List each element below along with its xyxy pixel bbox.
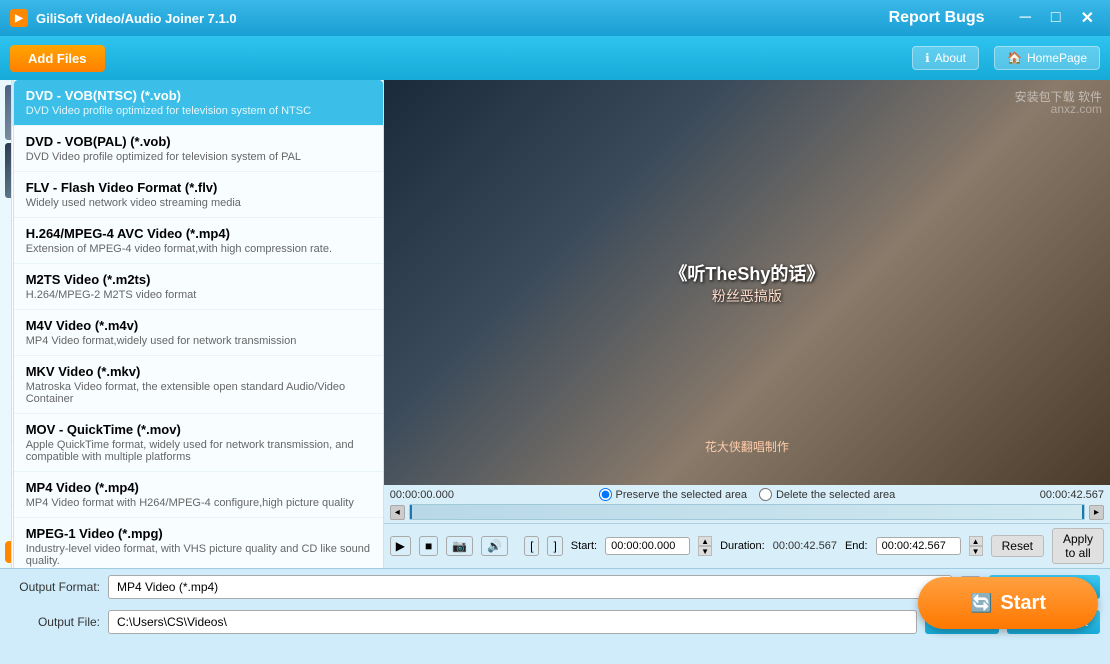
format-list: DVD - VOB(NTSC) (*.vob) DVD Video profil… <box>14 80 384 568</box>
start-time-spinner[interactable]: ▲ ▼ <box>698 536 712 556</box>
video-title: 《听TheShy的话》 <box>669 260 824 286</box>
format-item-h264-mp4[interactable]: H.264/MPEG-4 AVC Video (*.mp4) Extension… <box>14 218 383 264</box>
end-spin-up-btn[interactable]: ▲ <box>969 536 983 546</box>
start-icon: 🔄 <box>970 593 992 614</box>
delete-radio-input[interactable] <box>759 488 772 501</box>
timeline-bar-row: ◂ ▸ <box>390 504 1104 520</box>
timeline-start-handle <box>410 505 412 519</box>
video-overlay-text: 安装包下载 软件 anxz.com 《听TheShy的话》 粉丝恶搞版 花大侠翻… <box>384 80 1110 485</box>
close-btn[interactable]: ✕ <box>1075 6 1100 30</box>
format-item-flv[interactable]: FLV - Flash Video Format (*.flv) Widely … <box>14 172 383 218</box>
apply-all-button[interactable]: Apply to all <box>1052 528 1104 564</box>
header-right: ℹ About 🏠 HomePage <box>912 46 1100 70</box>
file-list-panel: Remove <box>0 80 12 568</box>
format-item-dvd-pal[interactable]: DVD - VOB(PAL) (*.vob) DVD Video profile… <box>14 126 383 172</box>
mark-out-button[interactable]: ] <box>547 536 562 556</box>
end-spin-down-btn[interactable]: ▼ <box>969 546 983 556</box>
format-item-m2ts[interactable]: M2TS Video (*.m2ts) H.264/MPEG-2 M2TS vi… <box>14 264 383 310</box>
main-layout: Remove Common Video › Common Audio › HD … <box>0 80 1110 568</box>
timeline-end-handle <box>1082 505 1084 519</box>
about-button[interactable]: ℹ About <box>912 46 979 70</box>
video-display: 安装包下载 软件 anxz.com 《听TheShy的话》 粉丝恶搞版 花大侠翻… <box>384 80 1110 485</box>
title-bar-right: Report Bugs ─ □ ✕ <box>883 6 1100 30</box>
home-icon: 🏠 <box>1007 51 1022 65</box>
bottom-bar: Output Format: ▼ Output Settings Output … <box>0 568 1110 664</box>
radio-group: Preserve the selected area Delete the se… <box>599 488 896 501</box>
about-icon: ℹ <box>925 51 930 65</box>
stop-button[interactable]: ■ <box>419 536 438 556</box>
time-right: 00:00:42.567 <box>1040 489 1104 501</box>
format-item-mp4[interactable]: MP4 Video (*.mp4) MP4 Video format with … <box>14 472 383 518</box>
duration-label: Duration: <box>720 540 765 552</box>
start-time-input[interactable] <box>605 537 690 555</box>
format-item-m4v[interactable]: M4V Video (*.m4v) MP4 Video format,widel… <box>14 310 383 356</box>
mark-in-button[interactable]: [ <box>524 536 539 556</box>
add-files-button[interactable]: Add Files <box>10 45 105 72</box>
output-format-label: Output Format: <box>10 580 100 594</box>
end-time-input[interactable] <box>876 537 961 555</box>
play-button[interactable]: ▶ <box>390 536 411 556</box>
spin-down-btn[interactable]: ▼ <box>698 546 712 556</box>
format-item-dvd-ntsc[interactable]: DVD - VOB(NTSC) (*.vob) DVD Video profil… <box>14 80 383 126</box>
format-item-mkv[interactable]: MKV Video (*.mkv) Matroska Video format,… <box>14 356 383 414</box>
homepage-button[interactable]: 🏠 HomePage <box>994 46 1100 70</box>
playback-controls: ▶ ■ 📷 🔊 [ ] Start: ▲ ▼ Duration: 00:00:4… <box>384 523 1110 568</box>
video-footer: 花大侠翻唱制作 <box>705 438 789 455</box>
header-bar: Add Files ℹ About 🏠 HomePage <box>0 36 1110 80</box>
video-panel: 安装包下载 软件 anxz.com 《听TheShy的话》 粉丝恶搞版 花大侠翻… <box>384 80 1110 568</box>
reset-button[interactable]: Reset <box>991 535 1044 557</box>
app-title: GiliSoft Video/Audio Joiner 7.1.0 <box>36 11 237 26</box>
minimize-btn[interactable]: ─ <box>1014 7 1037 29</box>
timeline-bar[interactable] <box>409 504 1085 520</box>
format-item-mov[interactable]: MOV - QuickTime (*.mov) Apple QuickTime … <box>14 414 383 472</box>
time-left: 00:00:00.000 <box>390 489 454 501</box>
app-icon: ▶ <box>10 9 28 27</box>
start-label: Start: <box>571 540 597 552</box>
video-subtitle: 粉丝恶搞版 <box>712 286 782 306</box>
output-format-input[interactable] <box>108 575 952 599</box>
start-button[interactable]: 🔄 Start <box>918 577 1098 629</box>
title-bar-left: ▶ GiliSoft Video/Audio Joiner 7.1.0 <box>10 9 237 27</box>
output-file-input[interactable] <box>108 610 917 634</box>
delete-radio[interactable]: Delete the selected area <box>759 488 895 501</box>
screenshot-button[interactable]: 📷 <box>446 536 473 556</box>
preserve-radio-input[interactable] <box>599 488 612 501</box>
preserve-radio[interactable]: Preserve the selected area <box>599 488 747 501</box>
timeline-right-marker[interactable]: ▸ <box>1089 505 1104 520</box>
timeline-left-marker[interactable]: ◂ <box>390 505 405 520</box>
end-time-spinner[interactable]: ▲ ▼ <box>969 536 983 556</box>
report-bugs-link[interactable]: Report Bugs <box>883 7 991 29</box>
title-bar: ▶ GiliSoft Video/Audio Joiner 7.1.0 Repo… <box>0 0 1110 36</box>
duration-value: 00:00:42.567 <box>773 540 837 552</box>
end-label: End: <box>845 540 868 552</box>
timeline-top: 00:00:00.000 Preserve the selected area … <box>384 485 1110 523</box>
watermark-url: anxz.com <box>1051 102 1102 116</box>
spin-up-btn[interactable]: ▲ <box>698 536 712 546</box>
timeline-row1: 00:00:00.000 Preserve the selected area … <box>390 488 1104 501</box>
start-button-container: 🔄 Start <box>918 577 1098 629</box>
output-file-label: Output File: <box>10 615 100 629</box>
format-item-mpeg1[interactable]: MPEG-1 Video (*.mpg) Industry-level vide… <box>14 518 383 568</box>
format-list-container: DVD - VOB(NTSC) (*.vob) DVD Video profil… <box>14 80 384 568</box>
maximize-btn[interactable]: □ <box>1045 7 1067 29</box>
volume-button[interactable]: 🔊 <box>481 536 508 556</box>
